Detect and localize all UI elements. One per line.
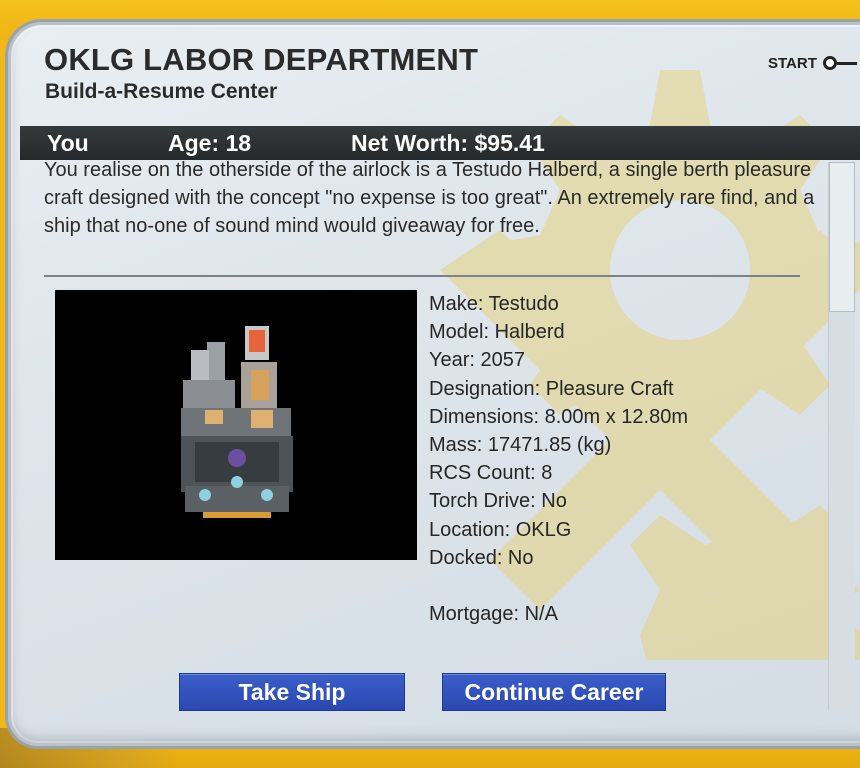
status-age: Age: 18 — [168, 130, 252, 156]
page-subtitle: Build-a-Resume Center — [45, 80, 278, 103]
detail-docked: Docked: No — [429, 546, 534, 569]
start-toggle[interactable]: START — [768, 53, 857, 73]
ship-icon — [181, 326, 293, 518]
scrollbar[interactable] — [828, 162, 855, 710]
detail-mass: Mass: 17471.85 (kg) — [429, 434, 612, 457]
start-ring-icon — [822, 56, 837, 70]
detail-torch-drive: Torch Drive: No — [429, 490, 567, 513]
detail-model: Model: Halberd — [429, 321, 565, 344]
ship-details: Make: Testudo Model: Halberd Year: 2057 … — [429, 290, 789, 628]
start-line-icon — [836, 61, 857, 65]
scrollbar-thumb[interactable] — [829, 162, 855, 312]
page-title: OKLG LABOR DEPARTMENT — [44, 42, 479, 77]
detail-rcs: RCS Count: 8 — [429, 462, 553, 485]
detail-location: Location: OKLG — [429, 518, 572, 541]
status-name: You — [47, 130, 89, 156]
detail-spacer — [429, 572, 789, 600]
detail-year: Year: 2057 — [429, 349, 526, 372]
detail-designation: Designation: Pleasure Craft — [429, 377, 674, 400]
description-text: You realise on the otherside of the airl… — [44, 159, 815, 237]
detail-mortgage: Mortgage: N/A — [429, 603, 558, 626]
status-bar: You Age: 18 Net Worth: $95.41 — [20, 126, 860, 160]
detail-make: Make: Testudo — [429, 293, 559, 315]
ship-image — [55, 290, 417, 560]
status-net-worth: Net Worth: $95.41 — [351, 130, 545, 156]
start-label: START — [768, 54, 817, 72]
take-ship-button[interactable]: Take Ship — [179, 673, 405, 711]
divider — [44, 275, 800, 277]
detail-dimensions: Dimensions: 8.00m x 12.80m — [429, 405, 689, 428]
continue-career-button[interactable]: Continue Career — [442, 673, 666, 711]
